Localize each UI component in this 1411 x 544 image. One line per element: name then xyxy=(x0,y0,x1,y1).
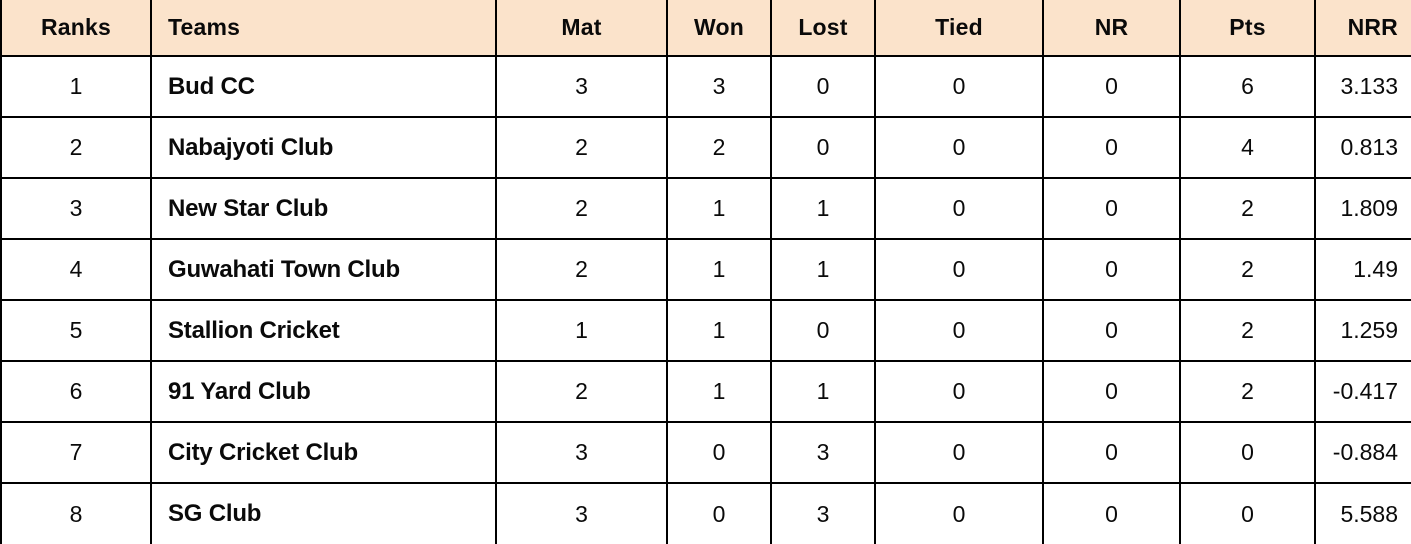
table-row[interactable]: 2 Nabajyoti Club 2 2 0 0 0 4 0.813 xyxy=(0,117,1411,179)
column-header-ranks[interactable]: Ranks xyxy=(0,0,151,57)
cell-nrr: 1.49 xyxy=(1314,239,1411,301)
cell-rank: 4 xyxy=(0,239,151,301)
cell-team[interactable]: Stallion Cricket xyxy=(150,300,496,362)
column-header-nrr[interactable]: NRR xyxy=(1314,0,1411,57)
cell-pts: 2 xyxy=(1179,361,1315,423)
cell-lost: 0 xyxy=(770,300,875,362)
cell-mat: 3 xyxy=(495,56,667,118)
cell-mat: 2 xyxy=(495,178,667,240)
cell-nr: 0 xyxy=(1042,483,1180,544)
cell-won: 3 xyxy=(666,56,771,118)
column-header-nr[interactable]: NR xyxy=(1042,0,1180,57)
cell-rank: 3 xyxy=(0,178,151,240)
cell-won: 0 xyxy=(666,422,771,484)
cell-won: 0 xyxy=(666,483,771,544)
cell-tied: 0 xyxy=(874,483,1043,544)
cell-mat: 2 xyxy=(495,239,667,301)
cell-team[interactable]: SG Club xyxy=(150,483,496,544)
table-row[interactable]: 3 New Star Club 2 1 1 0 0 2 1.809 xyxy=(0,178,1411,240)
column-header-mat[interactable]: Mat xyxy=(495,0,667,57)
cell-tied: 0 xyxy=(874,361,1043,423)
cell-lost: 0 xyxy=(770,117,875,179)
cell-nrr: -0.884 xyxy=(1314,422,1411,484)
cell-lost: 3 xyxy=(770,483,875,544)
cell-pts: 2 xyxy=(1179,178,1315,240)
cell-team[interactable]: New Star Club xyxy=(150,178,496,240)
cell-nr: 0 xyxy=(1042,300,1180,362)
cell-pts: 0 xyxy=(1179,422,1315,484)
header-row: Ranks Teams Mat Won Lost Tied NR Pts NRR xyxy=(0,0,1411,57)
column-header-teams[interactable]: Teams xyxy=(150,0,496,57)
cell-nr: 0 xyxy=(1042,361,1180,423)
cell-lost: 1 xyxy=(770,361,875,423)
table-row[interactable]: 1 Bud CC 3 3 0 0 0 6 3.133 xyxy=(0,56,1411,118)
cell-lost: 3 xyxy=(770,422,875,484)
cell-team[interactable]: City Cricket Club xyxy=(150,422,496,484)
cell-lost: 1 xyxy=(770,239,875,301)
cell-rank: 5 xyxy=(0,300,151,362)
cell-mat: 2 xyxy=(495,117,667,179)
cell-nrr: 5.588 xyxy=(1314,483,1411,544)
cell-team[interactable]: Guwahati Town Club xyxy=(150,239,496,301)
table-row[interactable]: 6 91 Yard Club 2 1 1 0 0 2 -0.417 xyxy=(0,361,1411,423)
column-header-pts[interactable]: Pts xyxy=(1179,0,1315,57)
cell-nr: 0 xyxy=(1042,178,1180,240)
points-table: Ranks Teams Mat Won Lost Tied NR Pts NRR… xyxy=(0,0,1411,544)
column-header-lost[interactable]: Lost xyxy=(770,0,875,57)
column-header-won[interactable]: Won xyxy=(666,0,771,57)
cell-team[interactable]: Bud CC xyxy=(150,56,496,118)
cell-rank: 7 xyxy=(0,422,151,484)
cell-rank: 1 xyxy=(0,56,151,118)
table-row[interactable]: 7 City Cricket Club 3 0 3 0 0 0 -0.884 xyxy=(0,422,1411,484)
cell-tied: 0 xyxy=(874,422,1043,484)
cell-rank: 2 xyxy=(0,117,151,179)
table-body: 1 Bud CC 3 3 0 0 0 6 3.133 2 Nabajyoti Club 2 2 0 0 0 4 0… xyxy=(0,56,1411,544)
cell-pts: 0 xyxy=(1179,483,1315,544)
cell-won: 1 xyxy=(666,361,771,423)
cell-lost: 1 xyxy=(770,178,875,240)
cell-mat: 3 xyxy=(495,483,667,544)
table-header: Ranks Teams Mat Won Lost Tied NR Pts NRR xyxy=(0,0,1411,57)
cell-won: 1 xyxy=(666,300,771,362)
cell-lost: 0 xyxy=(770,56,875,118)
cell-pts: 6 xyxy=(1179,56,1315,118)
cell-nr: 0 xyxy=(1042,422,1180,484)
cell-won: 1 xyxy=(666,239,771,301)
cell-nrr: 0.813 xyxy=(1314,117,1411,179)
table-row[interactable]: 4 Guwahati Town Club 2 1 1 0 0 2 1.49 xyxy=(0,239,1411,301)
cell-nrr: -0.417 xyxy=(1314,361,1411,423)
cell-mat: 1 xyxy=(495,300,667,362)
cell-rank: 8 xyxy=(0,483,151,544)
cell-mat: 3 xyxy=(495,422,667,484)
cell-pts: 4 xyxy=(1179,117,1315,179)
table-row[interactable]: 8 SG Club 3 0 3 0 0 0 5.588 xyxy=(0,483,1411,544)
table-row[interactable]: 5 Stallion Cricket 1 1 0 0 0 2 1.259 xyxy=(0,300,1411,362)
cell-pts: 2 xyxy=(1179,300,1315,362)
cell-tied: 0 xyxy=(874,117,1043,179)
cell-tied: 0 xyxy=(874,56,1043,118)
column-header-tied[interactable]: Tied xyxy=(874,0,1043,57)
cell-tied: 0 xyxy=(874,239,1043,301)
cell-nr: 0 xyxy=(1042,239,1180,301)
cell-nr: 0 xyxy=(1042,117,1180,179)
cell-rank: 6 xyxy=(0,361,151,423)
cell-nr: 0 xyxy=(1042,56,1180,118)
cell-pts: 2 xyxy=(1179,239,1315,301)
cell-nrr: 1.809 xyxy=(1314,178,1411,240)
cell-mat: 2 xyxy=(495,361,667,423)
cell-nrr: 1.259 xyxy=(1314,300,1411,362)
cell-won: 1 xyxy=(666,178,771,240)
cell-team[interactable]: 91 Yard Club xyxy=(150,361,496,423)
cell-tied: 0 xyxy=(874,300,1043,362)
cell-won: 2 xyxy=(666,117,771,179)
cell-nrr: 3.133 xyxy=(1314,56,1411,118)
cell-team[interactable]: Nabajyoti Club xyxy=(150,117,496,179)
cell-tied: 0 xyxy=(874,178,1043,240)
